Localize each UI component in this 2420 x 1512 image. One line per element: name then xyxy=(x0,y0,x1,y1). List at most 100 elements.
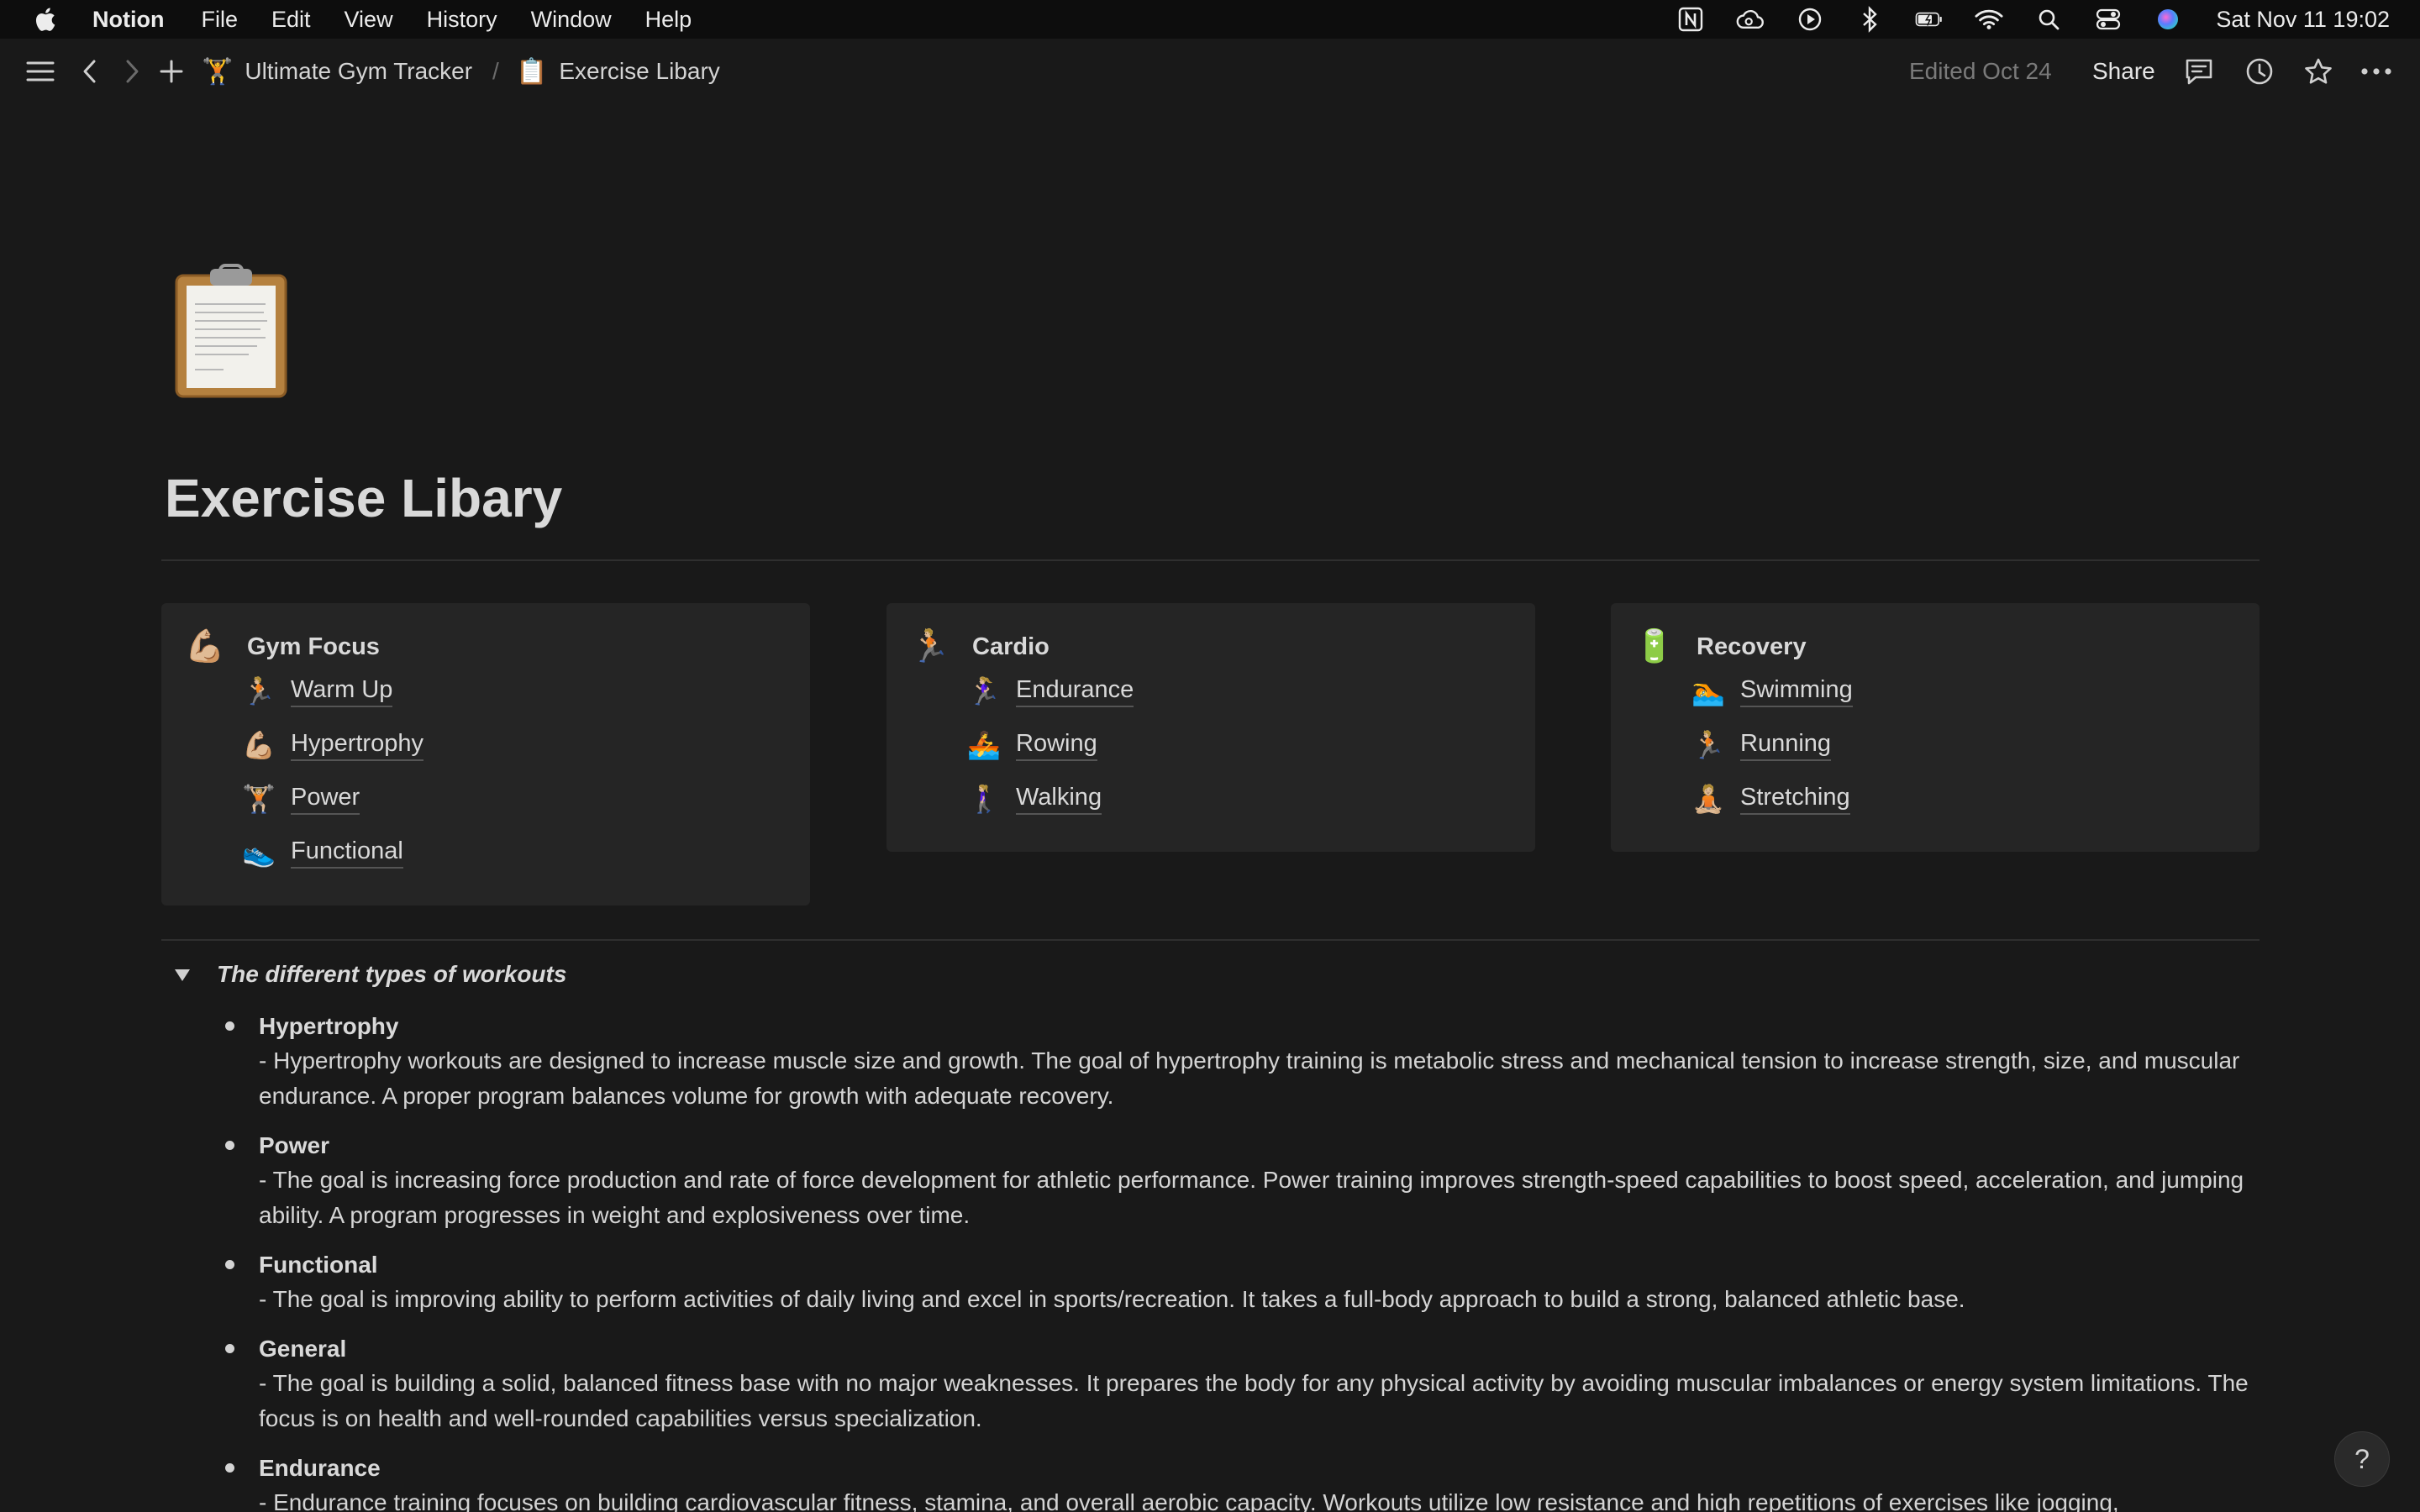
bullet-dot xyxy=(225,1021,234,1031)
link-warm-up[interactable]: 🏃🏼 Warm Up xyxy=(242,675,393,707)
link-label[interactable]: Rowing xyxy=(1016,730,1097,761)
dumbbell-icon: 🏋️ xyxy=(202,57,234,86)
menu-help[interactable]: Help xyxy=(645,7,692,33)
share-button[interactable]: Share xyxy=(2092,39,2155,104)
link-functional[interactable]: 👟 Functional xyxy=(242,837,403,869)
wifi-icon[interactable] xyxy=(1975,5,2003,34)
bluetooth-icon[interactable] xyxy=(1855,5,1884,34)
page-toolbar: 🏋️ Ultimate Gym Tracker / 📋 Exercise Lib… xyxy=(0,39,2420,104)
callout-gym-focus[interactable]: 💪🏼 Gym Focus 🏃🏼 Warm Up 💪🏼 Hypertrophy 🏋… xyxy=(161,603,810,906)
edited-timestamp[interactable]: Edited Oct 24 xyxy=(1909,39,2052,104)
battery-icon[interactable] xyxy=(1915,5,1944,34)
link-label[interactable]: Stretching xyxy=(1740,784,1850,815)
link-rowing[interactable]: 🚣 Rowing xyxy=(967,729,1097,761)
bullet-dot xyxy=(225,1141,234,1150)
page-title[interactable]: Exercise Libary xyxy=(165,467,562,529)
breadcrumb-label: Ultimate Gym Tracker xyxy=(245,58,473,84)
spotlight-icon[interactable] xyxy=(2034,5,2063,34)
control-center-icon[interactable] xyxy=(2094,5,2123,34)
runner-icon: 🏃🏼 xyxy=(1691,730,1725,760)
clipboard-icon: 📋 xyxy=(516,57,548,86)
bullet-body-endurance: - Endurance training focuses on building… xyxy=(259,1489,2119,1512)
menu-history[interactable]: History xyxy=(427,7,497,33)
flexed-bicep-icon: 💪🏼 xyxy=(242,730,276,760)
bullet-title-power: Power xyxy=(259,1132,330,1158)
link-label[interactable]: Power xyxy=(291,784,360,815)
link-label[interactable]: Endurance xyxy=(1016,676,1134,707)
woman-walking-icon: 🚶🏼‍♀️ xyxy=(967,784,1001,814)
rowboat-icon: 🚣 xyxy=(967,730,1001,760)
play-icon[interactable] xyxy=(1796,5,1824,34)
yoga-pose-icon: 🧘🏼 xyxy=(1691,784,1725,814)
more-options-icon[interactable] xyxy=(2360,55,2393,87)
link-power[interactable]: 🏋🏼 Power xyxy=(242,783,360,815)
bullet-title-endurance: Endurance xyxy=(259,1455,381,1481)
callout-title: Gym Focus xyxy=(247,633,380,660)
callout-recovery[interactable]: 🔋 Recovery 🏊 Swimming 🏃🏼 Running 🧘🏼 Stre… xyxy=(1611,603,2260,852)
bullet-body-functional: - The goal is improving ability to perfo… xyxy=(259,1286,1965,1312)
link-running[interactable]: 🏃🏼 Running xyxy=(1691,729,1832,761)
menu-bar-tray: Sat Nov 11 19:02 xyxy=(1645,0,2390,39)
breadcrumb-item-exercise-libary[interactable]: 📋 Exercise Libary xyxy=(516,39,720,104)
link-label[interactable]: Functional xyxy=(291,837,403,869)
bullet-dot xyxy=(225,1260,234,1269)
battery-icon: 🔋 xyxy=(1634,629,1675,664)
bullet-dot xyxy=(225,1463,234,1473)
link-label[interactable]: Swimming xyxy=(1740,676,1853,707)
new-page-plus-icon[interactable] xyxy=(158,57,185,86)
menu-file[interactable]: File xyxy=(201,7,238,33)
link-label[interactable]: Hypertrophy xyxy=(291,730,424,761)
runner-icon: 🏃🏼 xyxy=(910,629,950,664)
sneaker-icon: 👟 xyxy=(242,837,276,868)
breadcrumb-label: Exercise Libary xyxy=(559,58,720,84)
swimmer-icon: 🏊 xyxy=(1691,676,1725,706)
apple-logo-icon[interactable] xyxy=(32,6,57,33)
toggle-workout-types[interactable]: The different types of workouts xyxy=(171,961,566,988)
sidebar-toggle-icon[interactable] xyxy=(25,57,55,86)
flexed-bicep-icon: 💪🏼 xyxy=(185,629,225,664)
macos-menu-bar: Notion File Edit View History Window Hel… xyxy=(0,0,2420,39)
bullet-body-power: - The goal is increasing force productio… xyxy=(259,1167,2244,1228)
title-divider xyxy=(161,559,2260,561)
woman-running-icon: 🏃🏼‍♀️ xyxy=(967,676,1001,706)
callout-title: Cardio xyxy=(972,633,1050,660)
runner-icon: 🏃🏼 xyxy=(242,676,276,706)
help-button[interactable]: ? xyxy=(2334,1431,2390,1487)
notion-icon[interactable] xyxy=(1676,5,1705,34)
creative-cloud-icon[interactable] xyxy=(1736,5,1765,34)
link-label[interactable]: Warm Up xyxy=(291,676,393,707)
bullet-title-general: General xyxy=(259,1336,347,1362)
back-arrow-icon[interactable] xyxy=(79,57,99,86)
menu-edit[interactable]: Edit xyxy=(271,7,311,33)
weightlifter-icon: 🏋🏼 xyxy=(242,784,276,814)
comments-icon[interactable] xyxy=(2183,55,2215,87)
callout-header: 🏃🏼 Cardio xyxy=(910,628,1050,665)
section-divider xyxy=(161,939,2260,941)
callout-title: Recovery xyxy=(1697,633,1807,660)
toggle-triangle-icon[interactable] xyxy=(171,963,193,985)
breadcrumb-separator: / xyxy=(492,58,499,84)
menu-view[interactable]: View xyxy=(345,7,393,33)
menu-window[interactable]: Window xyxy=(531,7,612,33)
link-label[interactable]: Walking xyxy=(1016,784,1102,815)
link-swimming[interactable]: 🏊 Swimming xyxy=(1691,675,1853,707)
clipboard-icon[interactable] xyxy=(173,264,289,398)
link-walking[interactable]: 🚶🏼‍♀️ Walking xyxy=(967,783,1102,815)
link-label[interactable]: Running xyxy=(1740,730,1832,761)
updates-clock-icon[interactable] xyxy=(2244,55,2275,87)
breadcrumb-item-gym-tracker[interactable]: 🏋️ Ultimate Gym Tracker xyxy=(202,39,472,104)
link-endurance[interactable]: 🏃🏼‍♀️ Endurance xyxy=(967,675,1134,707)
menu-app-name[interactable]: Notion xyxy=(92,7,164,33)
bullet-body-hypertrophy: - Hypertrophy workouts are designed to i… xyxy=(259,1047,2240,1109)
link-hypertrophy[interactable]: 💪🏼 Hypertrophy xyxy=(242,729,424,761)
callout-header: 💪🏼 Gym Focus xyxy=(185,628,380,665)
link-stretching[interactable]: 🧘🏼 Stretching xyxy=(1691,783,1850,815)
forward-arrow-icon[interactable] xyxy=(123,57,143,86)
siri-icon[interactable] xyxy=(2154,5,2182,34)
bullet-title-hypertrophy: Hypertrophy xyxy=(259,1013,399,1039)
bullet-title-functional: Functional xyxy=(259,1252,378,1278)
favorite-star-icon[interactable] xyxy=(2302,55,2334,87)
menu-bar-clock[interactable]: Sat Nov 11 19:02 xyxy=(2216,7,2390,33)
callout-header: 🔋 Recovery xyxy=(1634,628,1807,665)
callout-cardio[interactable]: 🏃🏼 Cardio 🏃🏼‍♀️ Endurance 🚣 Rowing 🚶🏼‍♀️… xyxy=(886,603,1535,852)
